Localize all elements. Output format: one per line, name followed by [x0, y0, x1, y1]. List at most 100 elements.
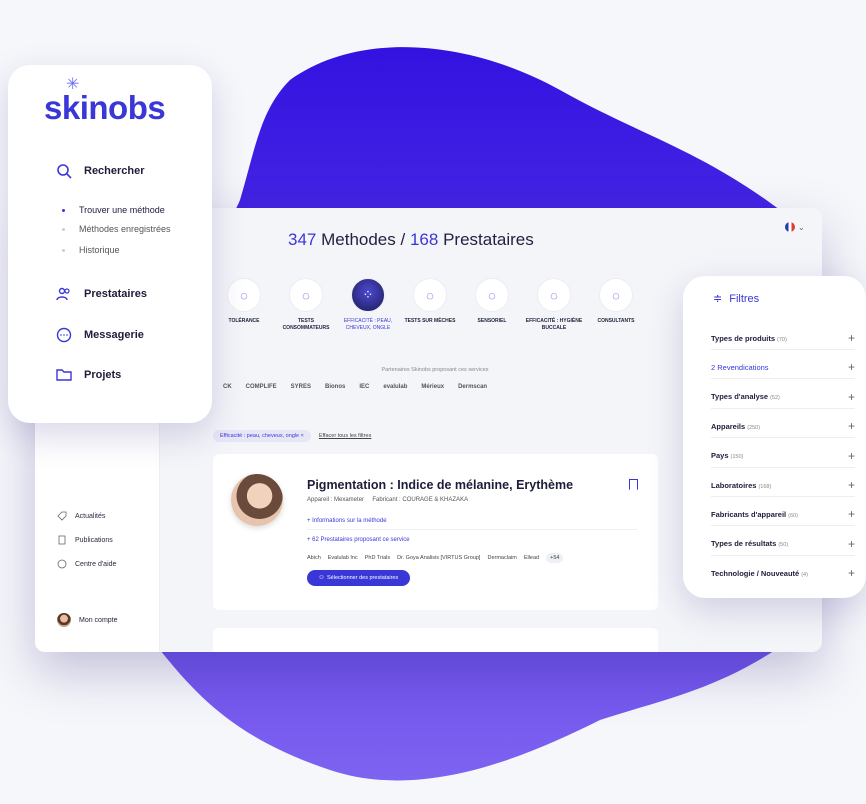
logo: skinobs — [44, 89, 166, 126]
sidebar-sub-historique[interactable]: Historique — [62, 245, 120, 255]
plus-icon[interactable]: + — [848, 478, 855, 492]
providers-label: Prestataires — [443, 230, 534, 249]
flag-fr-icon — [785, 222, 795, 232]
providers-link-label: 62 Prestataires proposant ce service — [312, 537, 410, 543]
filter-row-text: Types d'analyse (52) — [711, 392, 780, 401]
account-link[interactable]: Mon compte — [57, 613, 118, 627]
sidebar-item-label: Rechercher — [84, 165, 145, 177]
folder-icon — [56, 367, 72, 383]
close-icon[interactable]: × — [301, 433, 304, 439]
category-2[interactable]: ⁘ EFFICACITÉ : PEAU, CHEVEUX, ONGLE — [337, 278, 399, 332]
sidebar-item-projets[interactable]: Projets — [56, 367, 121, 383]
plus-icon[interactable]: + — [848, 390, 855, 404]
filter-chip[interactable]: Efficacité : peau, cheveux, ongle × — [213, 430, 311, 442]
category-6[interactable]: ◌ CONSULTANTS — [585, 278, 647, 332]
provider-name[interactable]: Abich — [307, 555, 321, 561]
sidebar-item-label: Prestataires — [84, 288, 147, 300]
account-label: Mon compte — [79, 616, 118, 624]
filter-row-text: Fabricants d'appareil (60) — [711, 510, 798, 519]
filter-count: (4) — [801, 571, 808, 578]
category-3[interactable]: ◌ TESTS SUR MÈCHES — [399, 278, 461, 332]
filter-row[interactable]: Types d'analyse (52) + — [711, 390, 855, 404]
category-label: TESTS SUR MÈCHES — [404, 318, 456, 324]
provider-name[interactable]: Dr. Goya Analisis [VIRTUS Group] — [397, 555, 480, 561]
bullet-icon — [62, 208, 65, 212]
filter-row[interactable]: Laboratoires (168) + — [711, 478, 855, 492]
plus-icon[interactable]: + — [848, 331, 855, 345]
filter-chip-label: Efficacité : peau, cheveux, ongle — [220, 433, 300, 439]
sidebar-sub-trouver[interactable]: Trouver une méthode — [62, 205, 165, 215]
plus-icon[interactable]: + — [848, 360, 855, 374]
provider-name[interactable]: Evalulab Inc — [328, 555, 358, 561]
manufacturer-text: Fabricant : COURAGE & KHAZAKA — [372, 497, 469, 503]
category-5[interactable]: ◌ EFFICACITÉ : HYGIÈNE BUCCALE — [523, 278, 585, 332]
partners-title: Partenaires Skinobs proposant ces servic… — [381, 367, 489, 373]
providers-count: 168 — [409, 230, 439, 249]
category-0[interactable]: ◌ TOLÉRANCE — [213, 278, 275, 332]
category-label: SENSORIEL — [477, 318, 507, 324]
filter-row[interactable]: 2 Revendications + — [711, 360, 855, 374]
bullet-icon — [62, 248, 65, 252]
partner-logo: CK — [223, 384, 232, 390]
select-providers-label: Sélectionner des prestataires — [327, 575, 399, 581]
divider — [307, 529, 637, 530]
nav-actualites[interactable]: Actualités — [57, 508, 116, 524]
sidebar-item-prestataires[interactable]: Prestataires — [56, 286, 147, 302]
filters-header: ≑ Filtres — [713, 292, 759, 306]
nav-help-label: Centre d'aide — [75, 560, 117, 568]
nav-actualites-label: Actualités — [75, 512, 106, 520]
plus-icon[interactable]: + — [848, 507, 855, 521]
select-providers-button[interactable]: ⚇ Sélectionner des prestataires — [307, 570, 411, 586]
plus-icon[interactable]: + — [848, 419, 855, 433]
filters-panel: ≑ Filtres Types de produits (70) + 2 Revend… — [683, 276, 866, 598]
category-1[interactable]: ◌ TESTS CONSOMMATEURS — [275, 278, 337, 332]
partner-logo: evalulab — [383, 384, 408, 390]
provider-name[interactable]: Ellead — [524, 555, 539, 561]
bookmark-icon[interactable] — [629, 479, 638, 490]
sidebar: ✳ skinobs Rechercher Trouver une méthode… — [8, 65, 212, 423]
sidebar-sub-label: Méthodes enregistrées — [79, 224, 171, 234]
device-text: Appareil : Mexameter — [307, 497, 365, 503]
nav-publications[interactable]: Publications — [57, 532, 116, 548]
chevron-down-icon: ⌄ — [798, 222, 805, 232]
sidebar-item-messagerie[interactable]: Messagerie — [56, 327, 144, 343]
category-4[interactable]: ◌ SENSORIEL — [461, 278, 523, 332]
partner-logos: CK COMPLIFE SYRES Bionos IEC evalulab Mérieux D… — [223, 384, 487, 390]
method-info-link[interactable]: + Informations sur la méthode — [307, 518, 387, 524]
provider-name[interactable]: Dermaclaim — [487, 555, 516, 561]
filter-row[interactable]: Types de résultats (50) + — [711, 537, 855, 551]
method-image — [231, 474, 283, 526]
method-card: Pigmentation : Indice de mélanine, Eryth… — [213, 454, 658, 610]
filter-count: (150) — [730, 454, 744, 461]
partner-logo: Bionos — [325, 384, 346, 390]
sidebar-sub-enregistrees[interactable]: Méthodes enregistrées — [62, 224, 171, 234]
more-providers-badge[interactable]: +54 — [546, 553, 564, 563]
hair-icon: ◌ — [413, 278, 447, 312]
filter-label: Types de produits — [711, 333, 776, 343]
users-icon: ⚇ — [319, 575, 324, 581]
filter-row[interactable]: Appareils (250) + — [711, 419, 855, 433]
plus-icon[interactable]: + — [848, 566, 855, 580]
providers-link[interactable]: + 62 Prestataires proposant ce service — [307, 537, 410, 543]
filter-label: Types de résultats — [711, 539, 777, 549]
method-meta: Appareil : Mexameter Fabricant : COURAGE… — [307, 497, 468, 503]
filter-row[interactable]: Technologie / Nouveauté (4) + — [711, 566, 855, 580]
filter-label: Technologie / Nouveauté — [711, 568, 800, 578]
language-selector[interactable]: ⌄ — [785, 222, 805, 232]
sidebar-item-rechercher[interactable]: Rechercher — [56, 163, 145, 179]
plus-icon[interactable]: + — [848, 537, 855, 551]
divider — [711, 407, 855, 409]
nav-help[interactable]: Centre d'aide — [57, 556, 116, 572]
provider-name[interactable]: PhD Trials — [365, 555, 390, 561]
sliders-icon: ≑ — [713, 293, 723, 305]
partner-logo: Dermscan — [458, 384, 488, 390]
methods-label: Methodes / — [321, 230, 406, 249]
plus-icon[interactable]: + — [848, 449, 855, 463]
filter-row[interactable]: Pays (150) + — [711, 449, 855, 463]
clear-filters-link[interactable]: Effacer tous les filtres — [319, 433, 371, 439]
filter-label: Fabricants d'appareil — [711, 509, 787, 519]
nav-publications-label: Publications — [75, 536, 113, 544]
filter-count: (52) — [770, 395, 780, 402]
filter-row[interactable]: Fabricants d'appareil (60) + — [711, 507, 855, 521]
filter-row[interactable]: Types de produits (70) + — [711, 331, 855, 345]
